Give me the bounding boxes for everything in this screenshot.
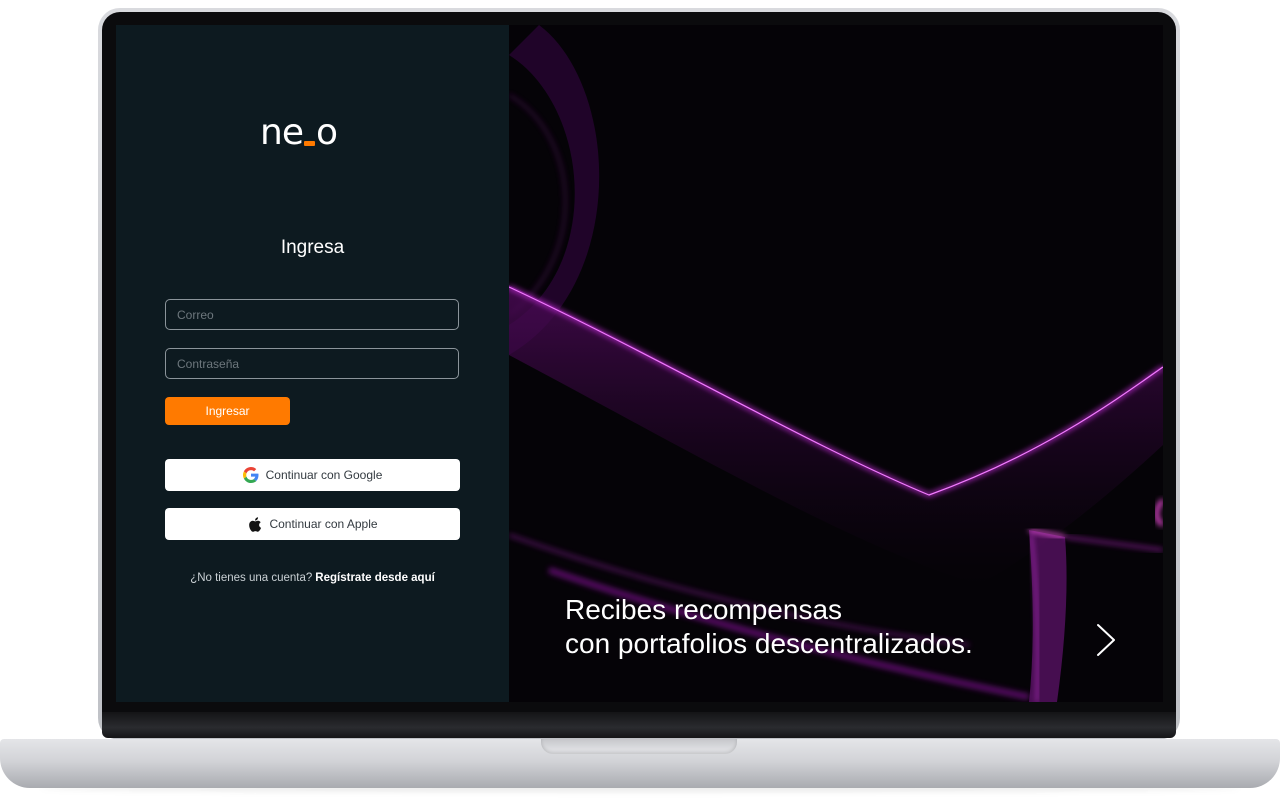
apple-button-label: Continuar con Apple [269,517,378,531]
brand-logo: ne o [260,112,338,153]
signup-question: ¿No tienes una cuenta? [190,572,313,584]
app-screen: neo Ingresa Ingresar Continuar con Googl… [116,25,1163,702]
hero-headline: Recibes recompensas con portafolios desc… [565,593,973,661]
login-button[interactable]: Ingresar [165,397,290,425]
apple-login-button[interactable]: Continuar con Apple [165,508,460,540]
password-field[interactable] [166,349,458,378]
email-field-wrapper [165,299,459,330]
apple-icon [247,516,262,533]
logo-text-right: o [315,112,338,153]
google-button-label: Continuar con Google [265,468,383,482]
logo-text-left: ne [260,112,304,153]
logo-dot [303,141,315,146]
page-title: Ingresa [280,237,345,258]
laptop-hinge [102,712,1176,738]
google-login-button[interactable]: Continuar con Google [165,459,460,491]
google-icon [242,467,259,483]
email-field[interactable] [166,300,458,329]
hero-panel: Recibes recompensas con portafolios desc… [509,25,1163,702]
signup-prompt: ¿No tienes una cuenta? Regístrate desde a… [116,572,509,584]
hero-line-2: con portafolios descentralizados. [565,628,973,659]
signup-link[interactable]: Regístrate desde aquí [315,572,435,584]
chevron-right-icon[interactable] [1095,623,1117,657]
login-panel: neo Ingresa Ingresar Continuar con Googl… [116,25,509,702]
password-field-wrapper [165,348,459,379]
hero-line-1: Recibes recompensas [565,594,843,625]
laptop-notch [541,739,737,754]
